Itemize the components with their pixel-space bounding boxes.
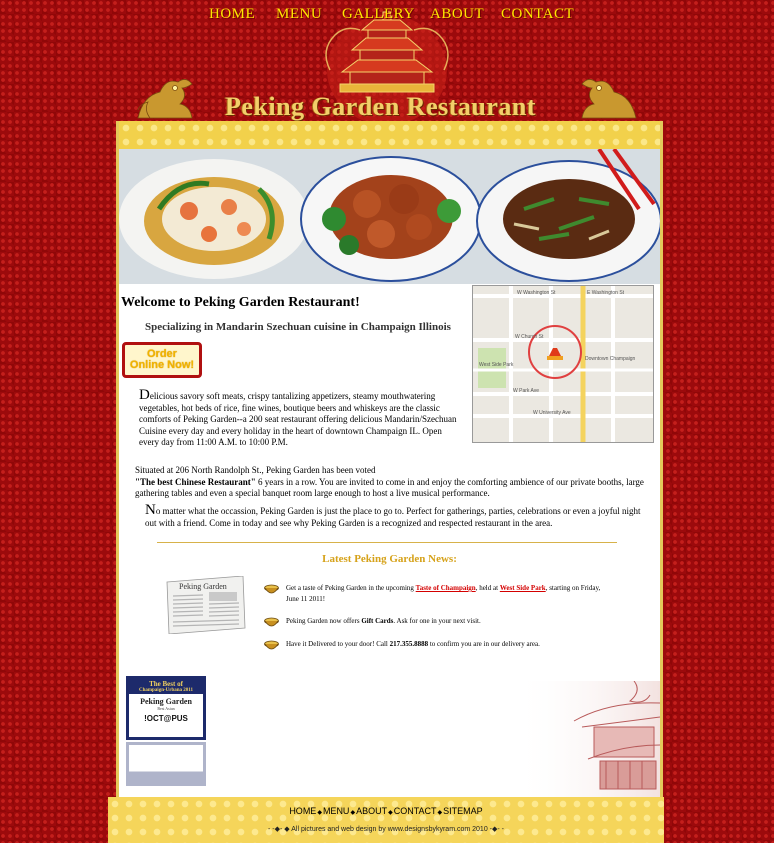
welcome-heading: Welcome to Peking Garden Restaurant!	[121, 295, 360, 310]
map-street-label: W Park Ave	[513, 388, 539, 394]
order-online-button[interactable]: Order Online Now!	[122, 342, 202, 378]
nav-contact-link[interactable]: CONTACT	[501, 6, 574, 23]
design-credits: - -◆- ◆ All pictures and web design by w…	[268, 826, 504, 833]
separator-icon: ◆	[317, 810, 322, 816]
west-side-park-link[interactable]: West Side Park	[500, 584, 546, 592]
footer: HOME◆MENU◆ABOUT◆CONTACT◆SITEMAP - -◆- ◆ …	[108, 797, 664, 843]
award-line2: Champaign-Urbana 2011	[138, 688, 194, 693]
right-dragon-icon	[581, 79, 637, 119]
best-of-award-badge: The Best of Champaign-Urbana 2011 Peking…	[126, 676, 206, 786]
map-street-label: E Washington St	[587, 290, 625, 296]
footer-home-link[interactable]: HOME	[289, 806, 316, 816]
map-street-label: W Church St	[515, 334, 544, 340]
situated-paragraph: Situated at 206 North Randolph St., Peki…	[135, 465, 653, 500]
tagline: Specializing in Mandarin Szechuan cuisin…	[145, 321, 451, 333]
newspaper-title: Peking Garden	[179, 582, 227, 591]
main-panel: Welcome to Peking Garden Restaurant! Spe…	[116, 121, 663, 797]
news-text: . Ask for one in your next visit.	[393, 617, 481, 625]
news-text: to confirm you are in our delivery area.	[428, 640, 540, 648]
news-item-delivery: Have it Delivered to your door! Call 217…	[264, 639, 614, 652]
map-area-label: Downtown Champaign	[585, 356, 636, 362]
order-button-line2: Online Now!	[129, 359, 195, 371]
map-street-label: W Washington St	[517, 290, 556, 296]
nav-menu-link[interactable]: MENU	[276, 6, 322, 23]
award-sub: Best Asian	[157, 706, 175, 711]
intro-dropcap: D	[139, 387, 150, 403]
award-reflection	[126, 742, 206, 786]
gift-cards-text: Gift Cards	[361, 617, 394, 625]
situated-line1: Situated at 206 North Randolph St., Peki…	[135, 465, 376, 475]
award-line1: The Best of	[149, 680, 183, 688]
noodle-bowl-icon	[264, 640, 279, 650]
news-item-gift-cards: Peking Garden now offers Gift Cards. Ask…	[264, 616, 614, 629]
news-divider	[157, 542, 617, 543]
occasion-text: o matter what the occassion, Peking Gard…	[145, 506, 641, 528]
top-nav: HOME MENU GALLERY ABOUT CONTACT	[0, 6, 774, 26]
left-dragon-icon	[137, 79, 193, 119]
nav-about-link[interactable]: ABOUT	[430, 6, 484, 23]
occasion-paragraph: No matter what the occassion, Peking Gar…	[145, 502, 653, 529]
intro-text: elicious savory soft meats, crispy tanta…	[139, 391, 457, 447]
separator-icon: ◆	[437, 810, 443, 816]
footer-menu-link[interactable]: MENU	[323, 806, 350, 816]
footer-contact-link[interactable]: CONTACT	[394, 806, 437, 816]
food-photo-banner	[119, 149, 660, 284]
separator-icon: ◆	[350, 810, 356, 816]
nav-home-link[interactable]: HOME	[209, 6, 255, 23]
shrimp-dish-image	[119, 159, 309, 279]
noodle-bowl-icon	[264, 584, 279, 594]
map-street-label: W University Ave	[533, 410, 571, 416]
separator-icon: ◆	[388, 810, 393, 816]
phone-number-text: 217.355.8888	[389, 640, 429, 648]
map-park-label: West Side Park	[479, 362, 514, 368]
site-title: Peking Garden Restaurant	[225, 92, 536, 121]
news-item-taste: Get a taste of Peking Garden in the upco…	[264, 583, 614, 605]
footer-sitemap-link[interactable]: SITEMAP	[443, 806, 483, 816]
gold-pattern-band	[119, 121, 660, 149]
award-card: The Best of Champaign-Urbana 2011 Peking…	[126, 676, 206, 740]
news-text: Have it Delivered to your door! Call	[286, 640, 390, 648]
news-text: Peking Garden now offers	[286, 617, 362, 625]
orange-chicken-dish-image	[300, 156, 482, 282]
news-text: , held at	[475, 584, 500, 592]
footer-nav: HOME◆MENU◆ABOUT◆CONTACT◆SITEMAP	[108, 806, 664, 816]
award-name: Peking Garden	[140, 697, 192, 706]
best-restaurant-text: "The best Chinese Restaurant"	[135, 476, 256, 487]
award-brand: !OCT@PUS	[144, 714, 188, 723]
noodle-bowl-icon	[264, 617, 279, 627]
intro-paragraph: Delicious savory soft meats, crispy tant…	[139, 387, 461, 449]
nav-gallery-link[interactable]: GALLERY	[342, 6, 415, 23]
pagoda-illustration	[514, 681, 660, 797]
news-heading: Latest Peking Garden News:	[322, 553, 457, 565]
news-text: Get a taste of Peking Garden in the upco…	[286, 584, 416, 592]
occasion-dropcap: N	[145, 502, 156, 518]
newspaper-image: Peking Garden	[166, 576, 246, 634]
location-map[interactable]: W Washington St E Washington St W Church…	[472, 285, 654, 443]
footer-about-link[interactable]: ABOUT	[356, 806, 387, 816]
taste-of-champaign-link[interactable]: Taste of Champaign	[416, 584, 476, 592]
